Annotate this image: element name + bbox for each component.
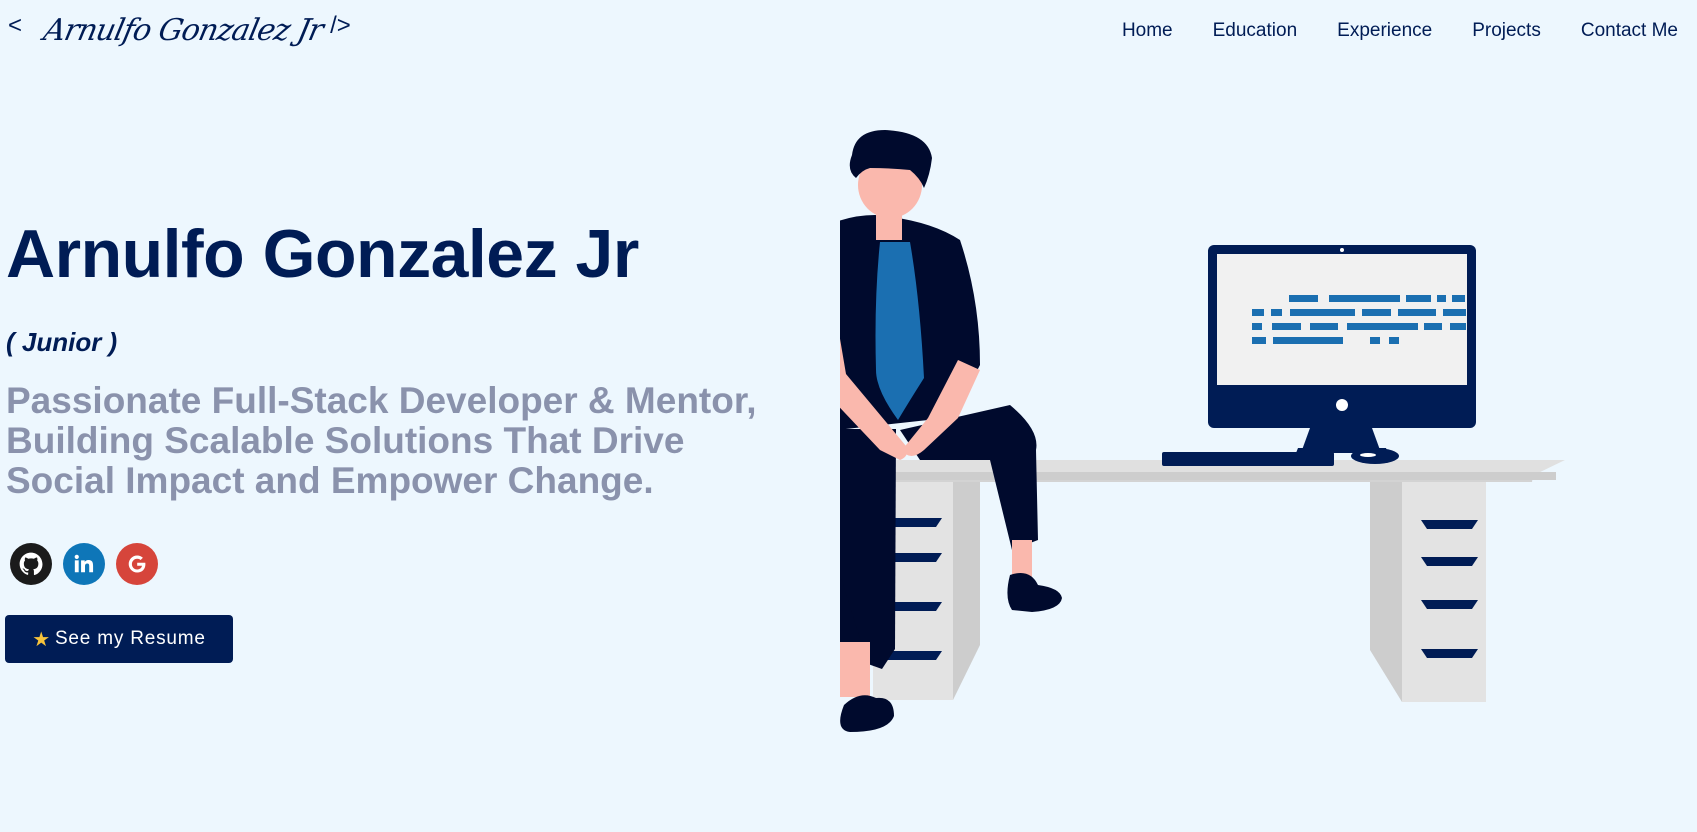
main-nav: Home Education Experience Projects Conta… bbox=[1122, 20, 1678, 42]
see-resume-button[interactable]: ★ See my Resume bbox=[5, 615, 233, 663]
desk bbox=[853, 460, 1565, 702]
tagline-line-3: Social Impact and Empower Change. bbox=[6, 460, 654, 501]
google-link[interactable] bbox=[116, 543, 158, 585]
tagline-line-2: Building Scalable Solutions That Drive bbox=[6, 420, 685, 461]
github-link[interactable] bbox=[10, 543, 52, 585]
social-links bbox=[10, 543, 158, 585]
logo-signature: Arnulfo Gonzalez Jr bbox=[40, 13, 326, 48]
google-icon bbox=[128, 555, 146, 573]
nav-contact-me[interactable]: Contact Me bbox=[1581, 20, 1678, 42]
hero-tagline: Passionate Full-Stack Developer & Mentor… bbox=[6, 381, 806, 501]
nav-experience[interactable]: Experience bbox=[1337, 20, 1432, 42]
hero-subtitle: ( Junior ) bbox=[6, 327, 118, 357]
hero-name: Arnulfo Gonzalez Jr bbox=[6, 216, 639, 292]
tagline-line-1: Passionate Full-Stack Developer & Mentor… bbox=[6, 380, 757, 421]
star-icon: ★ bbox=[32, 628, 51, 651]
hero-intro: Arnulfo Gonzalez Jr ( Junior ) Passionat… bbox=[6, 216, 806, 501]
monitor bbox=[1208, 245, 1476, 453]
nav-projects[interactable]: Projects bbox=[1472, 20, 1541, 42]
developer-at-desk-illustration bbox=[840, 130, 1565, 732]
logo-open-bracket: < bbox=[8, 12, 23, 39]
resume-button-label: See my Resume bbox=[54, 628, 206, 649]
keyboard bbox=[1162, 452, 1334, 466]
github-icon bbox=[19, 552, 43, 576]
mouse bbox=[1351, 448, 1399, 464]
logo-close-bracket: /> bbox=[330, 12, 351, 39]
nav-education[interactable]: Education bbox=[1213, 20, 1298, 42]
nav-home[interactable]: Home bbox=[1122, 20, 1173, 42]
site-header: < Arnulfo Gonzalez Jr /> Home Education … bbox=[0, 0, 1697, 64]
linkedin-link[interactable] bbox=[63, 543, 105, 585]
linkedin-icon bbox=[74, 554, 94, 573]
logo[interactable]: < Arnulfo Gonzalez Jr /> bbox=[8, 6, 351, 56]
